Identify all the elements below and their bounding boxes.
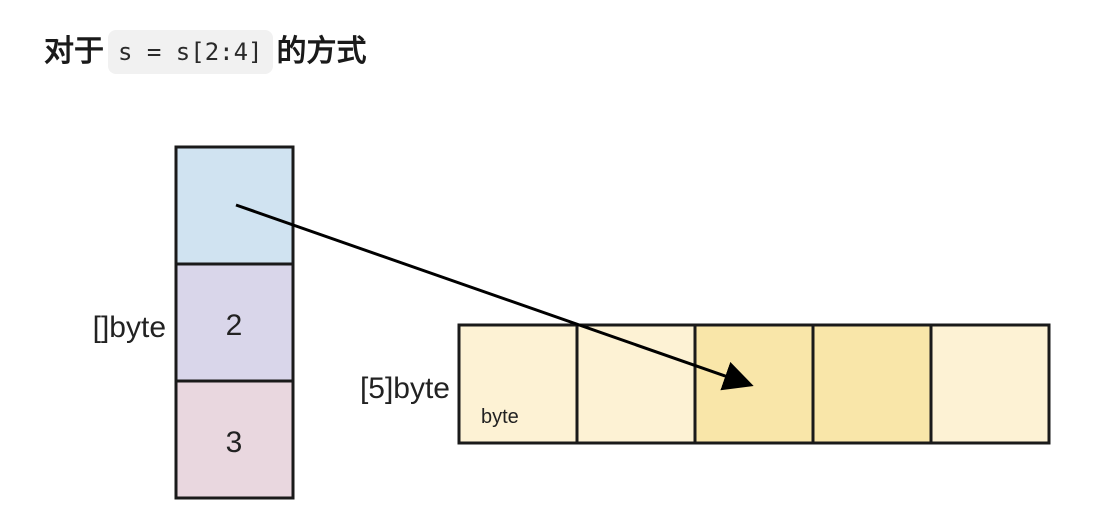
array-cell-4 bbox=[929, 323, 1051, 445]
array-cell-2 bbox=[693, 323, 815, 445]
array-cell-1 bbox=[575, 323, 697, 445]
slice-cell-len-value: 2 bbox=[226, 309, 243, 342]
slice-diagram: 2 3 []byte byte [5]byte bbox=[93, 145, 1051, 500]
array-cell-3 bbox=[811, 323, 933, 445]
slice-cell-cap-value: 3 bbox=[226, 426, 243, 459]
slice-header: 2 3 bbox=[174, 145, 295, 500]
backing-array: byte bbox=[457, 323, 1051, 445]
slice-cell-pointer bbox=[174, 145, 295, 266]
array-type-label: [5]byte bbox=[360, 372, 450, 405]
slice-type-label: []byte bbox=[93, 311, 166, 344]
array-element-label: byte bbox=[481, 406, 519, 428]
